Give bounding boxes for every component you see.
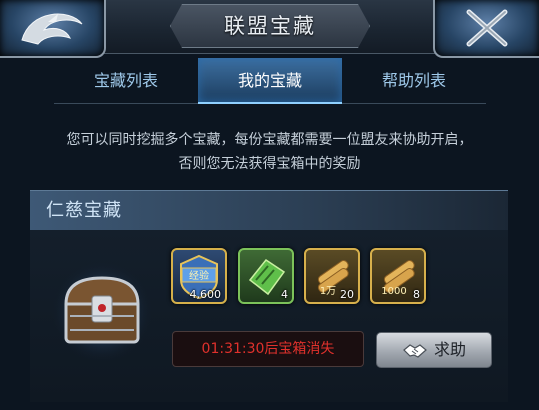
treasure-name: 仁慈宝藏 [46,200,122,221]
tab-help-list[interactable]: 帮助列表 [342,58,486,104]
description-line-2: 否则您无法获得宝箱中的奖励 [178,156,361,172]
tab-my-treasure[interactable]: 我的宝藏 [198,58,342,104]
experience-badge-text: 经验 [189,269,209,282]
description-line-1: 您可以同时挖掘多个宝藏，每份宝藏都需要一位盟友来协助开启， [66,132,473,148]
reward-lumber-1000[interactable]: 1000 8 [370,248,426,304]
lumber-badge-text: 1000 [381,286,406,297]
dragon-emblem-icon [21,13,83,45]
description: 您可以同时挖掘多个宝藏，每份宝藏都需要一位盟友来协助开启， 否则您无法获得宝箱中… [0,128,539,176]
tab-bar: 宝藏列表 我的宝藏 帮助列表 [54,58,486,104]
expiry-timer: 01:31:30后宝箱消失 [172,331,364,367]
reward-qty: 8 [413,288,420,301]
page-title: 联盟宝藏 [224,14,316,38]
close-button[interactable] [433,0,539,58]
reward-qty: 4,600 [189,288,222,301]
reward-qty: 20 [340,288,354,301]
lumber-badge-text: 1万 [320,286,336,297]
treasure-chest-icon [50,260,154,364]
close-icon [466,9,508,47]
reward-experience[interactable]: 经验 4,600 [171,248,227,304]
help-button[interactable]: 求助 [376,332,492,368]
reward-lumber-10k[interactable]: 1万 20 [304,248,360,304]
handshake-icon [403,344,427,358]
treasure-card-header: 仁慈宝藏 [30,190,508,230]
logo-corner [0,0,106,58]
reward-qty: 4 [281,288,288,301]
tab-treasure-list[interactable]: 宝藏列表 [54,58,198,104]
reward-scroll[interactable]: 4 [238,248,294,304]
help-label: 求助 [433,340,466,359]
